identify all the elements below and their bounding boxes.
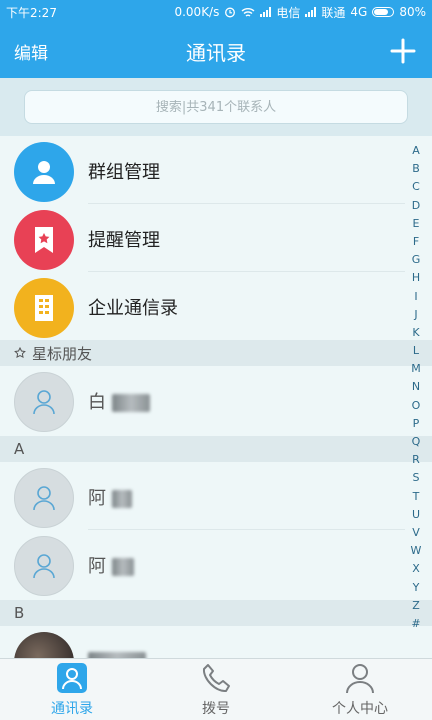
section-title: B bbox=[14, 604, 25, 622]
status-bar: 下午2:27 0.00K/s 电信 联通 4G 80% bbox=[0, 0, 432, 24]
index-letter[interactable]: U bbox=[412, 506, 420, 524]
index-letter[interactable]: Z bbox=[412, 597, 420, 615]
section-header-b: B bbox=[0, 600, 432, 626]
tab-contacts[interactable]: 通讯录 bbox=[0, 659, 144, 720]
alphabet-index[interactable]: A B C D E F G H I J K L M N O P Q R S T U V W X Y Z # bbox=[404, 142, 428, 633]
index-letter[interactable]: Y bbox=[413, 579, 420, 597]
index-letter[interactable]: K bbox=[412, 324, 419, 342]
index-letter[interactable]: B bbox=[412, 160, 420, 178]
star-icon bbox=[14, 347, 26, 358]
add-contact-button[interactable] bbox=[390, 38, 416, 64]
index-letter[interactable]: D bbox=[412, 197, 420, 215]
blurred-name-redaction bbox=[112, 394, 150, 412]
section-title: A bbox=[14, 440, 25, 458]
index-letter[interactable]: V bbox=[412, 524, 420, 542]
index-letter[interactable]: L bbox=[413, 342, 419, 360]
tab-label: 拨号 bbox=[202, 701, 230, 717]
person-center-icon bbox=[346, 664, 374, 694]
index-letter[interactable]: # bbox=[411, 615, 420, 633]
index-letter[interactable]: N bbox=[412, 378, 420, 396]
battery-icon bbox=[372, 7, 395, 17]
index-letter[interactable]: E bbox=[413, 215, 420, 233]
status-network: 4G bbox=[350, 5, 368, 19]
index-letter[interactable]: F bbox=[413, 233, 419, 251]
status-right: 0.00K/s 电信 联通 4G 80% bbox=[174, 4, 426, 21]
index-letter[interactable]: G bbox=[412, 251, 421, 269]
group-label: 群组管理 bbox=[88, 162, 160, 183]
person-icon bbox=[14, 142, 74, 202]
building-icon bbox=[14, 278, 74, 338]
tab-profile[interactable]: 个人中心 bbox=[288, 659, 432, 720]
group-label: 企业通信录 bbox=[88, 298, 178, 319]
alarm-icon bbox=[225, 7, 236, 18]
avatar bbox=[14, 536, 74, 596]
contact-row[interactable]: 白 bbox=[0, 366, 405, 434]
index-letter[interactable]: P bbox=[413, 415, 420, 433]
search-area bbox=[0, 78, 432, 136]
index-letter[interactable]: R bbox=[412, 451, 420, 469]
avatar bbox=[14, 468, 74, 528]
index-letter[interactable]: C bbox=[412, 178, 420, 196]
index-letter[interactable]: A bbox=[412, 142, 420, 160]
contact-name: 阿 bbox=[88, 556, 106, 577]
index-letter[interactable]: T bbox=[413, 488, 420, 506]
index-letter[interactable]: O bbox=[412, 397, 421, 415]
group-row-groups[interactable]: 群组管理 bbox=[0, 136, 405, 204]
signal-icon-2 bbox=[305, 7, 317, 17]
signal-icon-1 bbox=[260, 7, 272, 17]
section-title: 星标朋友 bbox=[32, 344, 93, 363]
status-carrier-1: 电信 bbox=[276, 5, 301, 20]
contact-name: 白 bbox=[88, 392, 106, 413]
contact-row[interactable]: 阿 bbox=[0, 462, 405, 530]
index-letter[interactable]: S bbox=[413, 469, 420, 487]
contact-row[interactable]: 阿 bbox=[0, 530, 405, 598]
contact-name: 阿 bbox=[88, 488, 106, 509]
search-input[interactable] bbox=[25, 99, 407, 115]
index-letter[interactable]: Q bbox=[412, 433, 421, 451]
tab-label: 通讯录 bbox=[51, 701, 93, 717]
index-letter[interactable]: W bbox=[411, 542, 422, 560]
index-letter[interactable]: H bbox=[412, 269, 420, 287]
blurred-name-redaction bbox=[112, 490, 132, 508]
status-speed: 0.00K/s bbox=[174, 5, 220, 19]
page-title: 通讯录 bbox=[186, 41, 246, 65]
section-header-a: A bbox=[0, 436, 432, 462]
tab-bar: 通讯录 拨号 个人中心 bbox=[0, 658, 432, 720]
wifi-icon bbox=[241, 7, 255, 17]
group-row-enterprise[interactable]: 企业通信录 bbox=[0, 272, 405, 340]
avatar bbox=[14, 372, 74, 432]
default-avatar-icon bbox=[33, 390, 55, 415]
index-letter[interactable]: M bbox=[411, 360, 421, 378]
index-letter[interactable]: I bbox=[414, 288, 417, 306]
blurred-name-redaction bbox=[112, 558, 134, 576]
status-time: 下午2:27 bbox=[6, 5, 57, 20]
search-box[interactable] bbox=[24, 90, 408, 124]
tab-label: 个人中心 bbox=[332, 701, 388, 717]
nav-bar: 编辑 通讯录 bbox=[0, 24, 432, 78]
group-label: 提醒管理 bbox=[88, 230, 160, 251]
section-header-starred: 星标朋友 bbox=[0, 340, 432, 366]
avatar bbox=[14, 632, 74, 658]
index-letter[interactable]: X bbox=[412, 560, 420, 578]
contact-list[interactable]: 群组管理 提醒管理 企业通信录 星标朋友 白 A 阿 阿 B bbox=[0, 136, 432, 658]
default-avatar-icon bbox=[33, 486, 55, 511]
group-row-reminders[interactable]: 提醒管理 bbox=[0, 204, 405, 272]
contacts-icon bbox=[57, 663, 87, 693]
status-carrier-2: 联通 bbox=[321, 5, 346, 20]
contact-row[interactable] bbox=[0, 626, 405, 658]
tab-dial[interactable]: 拨号 bbox=[144, 659, 288, 720]
index-letter[interactable]: J bbox=[414, 306, 417, 324]
status-battery: 80% bbox=[399, 5, 426, 19]
phone-icon bbox=[202, 664, 230, 693]
default-avatar-icon bbox=[33, 554, 55, 579]
bookmark-star-icon bbox=[14, 210, 74, 270]
